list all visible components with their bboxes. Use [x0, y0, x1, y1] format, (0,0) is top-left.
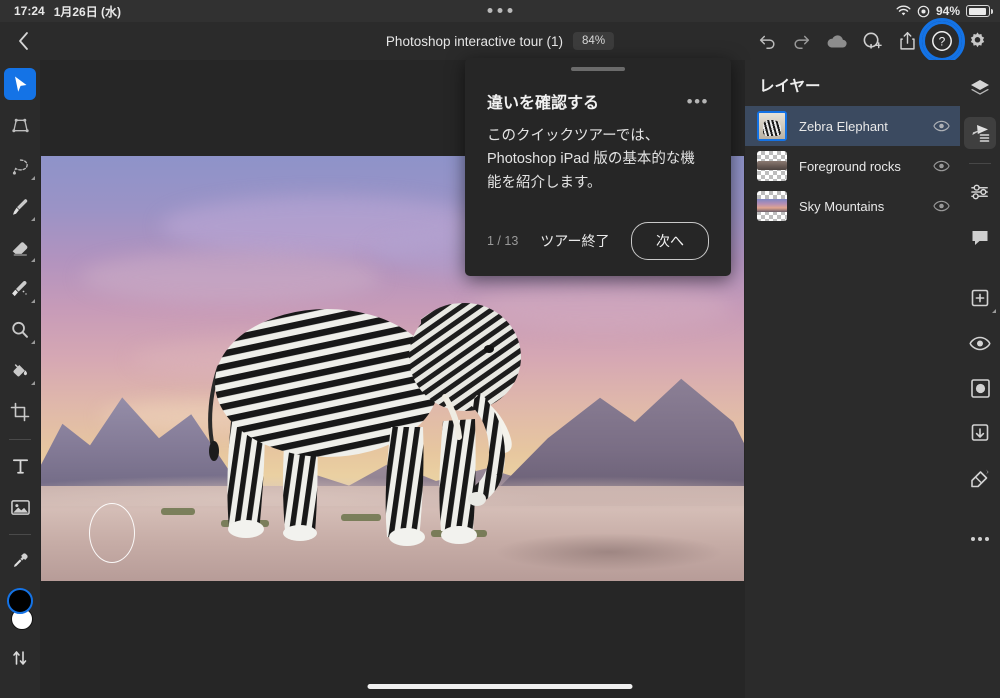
layer-name: Foreground rocks [799, 158, 901, 174]
next-step-button[interactable]: 次へ [631, 222, 709, 260]
tool-options-caret-icon [31, 381, 35, 385]
text-tool[interactable] [4, 450, 36, 482]
page-title: Photoshop interactive tour (1) [385, 33, 564, 49]
lasso-tool[interactable] [4, 150, 36, 182]
tool-divider [9, 439, 31, 440]
layers-panel: レイヤー Zebra Elephant Foreground rocks Sky… [745, 60, 960, 698]
tour-header: 違いを確認する ••• [465, 71, 731, 113]
eyedropper-tool[interactable] [4, 545, 36, 577]
crop-tool[interactable] [4, 396, 36, 428]
app-header-actions: ? [750, 18, 994, 64]
document-title-group: Photoshop interactive tour (1) 84% [385, 32, 615, 50]
paint-bucket-tool[interactable] [4, 355, 36, 387]
swap-colors-button[interactable] [4, 642, 36, 674]
end-tour-button[interactable]: ツアー終了 [540, 231, 609, 251]
eye-icon[interactable] [933, 160, 950, 172]
svg-text:?: ? [939, 35, 946, 49]
zoom-level-badge[interactable]: 84% [573, 32, 615, 50]
location-icon [917, 5, 930, 18]
zebra-elephant-render [208, 303, 521, 546]
layer-thumbnail[interactable] [757, 191, 787, 221]
panel-switcher-rail [960, 60, 1000, 698]
layer-row[interactable]: Sky Mountains [745, 186, 960, 226]
multitask-dots-icon[interactable] [487, 8, 513, 13]
eraser-tool[interactable] [4, 232, 36, 264]
layers-panel-button[interactable] [964, 72, 996, 104]
layer-thumbnail[interactable] [757, 111, 787, 141]
status-bar-left: 17:24 1月26日 (水) [0, 3, 121, 20]
ipad-screen: 17:24 1月26日 (水) 94% Photoshop interactiv… [0, 0, 1000, 698]
tour-step-counter: 1 / 13 [487, 234, 519, 248]
mask-button[interactable] [964, 372, 996, 404]
redo-button[interactable] [785, 24, 819, 58]
tour-footer: 1 / 13 ツアー終了 次へ [465, 222, 731, 260]
layer-name: Sky Mountains [799, 198, 885, 214]
tour-body-text: このクイックツアーでは、Photoshop iPad 版の基本的な機能を紹介しま… [487, 128, 695, 191]
adjustments-button[interactable] [964, 176, 996, 208]
brush-tool[interactable] [4, 191, 36, 223]
layer-row[interactable]: Zebra Elephant [745, 106, 960, 146]
smudge-tool[interactable] [4, 273, 36, 305]
undo-button[interactable] [750, 24, 784, 58]
tool-options-caret-icon [31, 299, 35, 303]
home-indicator[interactable] [367, 684, 633, 689]
move-tool[interactable] [4, 68, 36, 100]
invite-button[interactable] [855, 24, 889, 58]
tool-options-caret-icon [31, 258, 35, 262]
eye-icon[interactable] [933, 200, 950, 212]
add-layer-button[interactable] [964, 282, 996, 314]
tool-palette [0, 60, 40, 698]
status-bar: 17:24 1月26日 (水) 94% [0, 0, 1000, 22]
layers-panel-title: レイヤー [759, 78, 821, 95]
layer-thumbnail[interactable] [757, 151, 787, 181]
tool-divider [9, 534, 31, 535]
status-date: 1月26日 (水) [53, 4, 122, 19]
tour-popover[interactable]: 違いを確認する ••• このクイックツアーでは、Photoshop iPad 版… [465, 58, 731, 276]
status-time: 17:24 [14, 4, 45, 18]
color-swatches[interactable] [4, 588, 36, 634]
layer-name: Zebra Elephant [799, 118, 888, 134]
back-button[interactable] [0, 22, 46, 60]
tour-title: 違いを確認する [487, 95, 600, 112]
rail-divider [969, 163, 991, 164]
quick-actions-button[interactable] [964, 462, 996, 494]
wifi-icon [896, 5, 911, 17]
settings-button[interactable] [960, 24, 994, 58]
more-options-button[interactable] [964, 523, 996, 555]
foreground-color-swatch[interactable] [7, 588, 33, 614]
tool-options-caret-icon [31, 217, 35, 221]
help-button[interactable]: ? [919, 18, 965, 64]
status-bar-right: 94% [896, 4, 993, 18]
tool-options-caret-icon [31, 176, 35, 180]
layer-properties-button[interactable] [964, 117, 996, 149]
brush-cursor-preview [89, 503, 135, 563]
battery-icon [966, 5, 993, 17]
clipping-mask-button[interactable] [964, 417, 996, 449]
comments-button[interactable] [964, 221, 996, 253]
place-image-tool[interactable] [4, 491, 36, 523]
layer-row[interactable]: Foreground rocks [745, 146, 960, 186]
zoom-tool[interactable] [4, 314, 36, 346]
eye-icon[interactable] [933, 120, 950, 132]
add-layer-caret-icon [992, 309, 996, 313]
app-header: Photoshop interactive tour (1) 84% ? [0, 18, 1000, 64]
more-horizontal-icon[interactable]: ••• [687, 89, 709, 110]
cloud-status-button[interactable] [820, 24, 854, 58]
tool-options-caret-icon [31, 340, 35, 344]
battery-percent: 94% [935, 4, 960, 18]
layer-visibility-button[interactable] [964, 327, 996, 359]
transform-tool[interactable] [4, 109, 36, 141]
